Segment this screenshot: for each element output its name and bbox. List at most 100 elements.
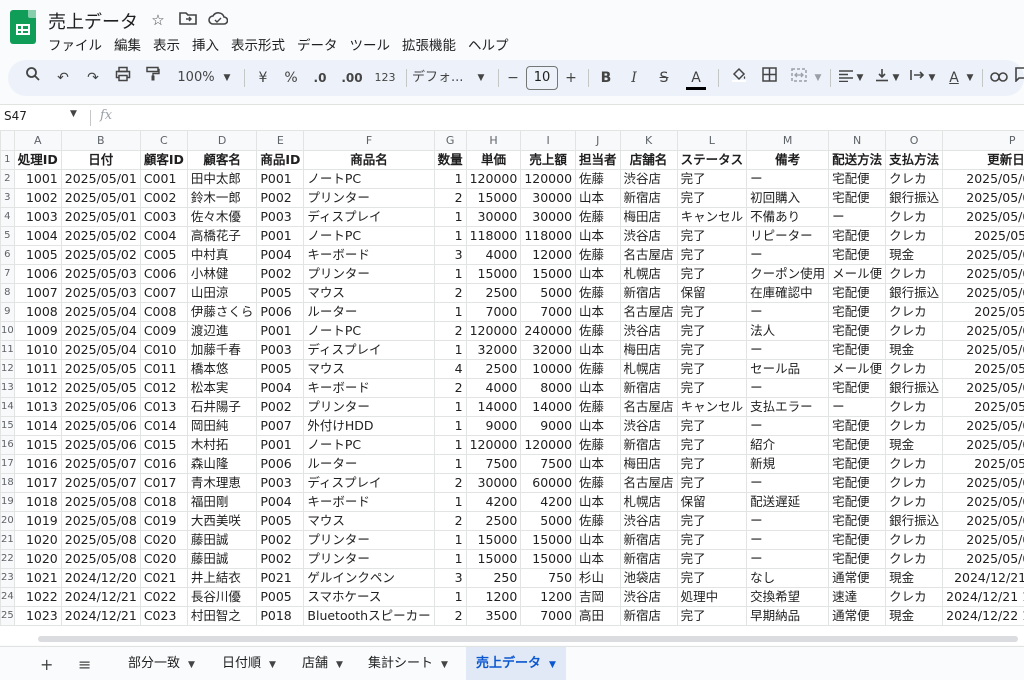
cell[interactable]: 高橋花子 — [186, 226, 258, 246]
cell[interactable]: ー — [746, 378, 830, 398]
cell[interactable]: 1 — [433, 264, 467, 284]
cell[interactable]: 60000 — [520, 473, 577, 493]
row-header[interactable]: 24 — [0, 587, 15, 607]
cell[interactable]: ー — [746, 245, 830, 265]
cell[interactable]: 1 — [433, 397, 467, 417]
cell[interactable]: P002 — [256, 549, 305, 569]
cell[interactable]: 1002 — [13, 188, 62, 208]
cell[interactable]: 完了 — [676, 321, 748, 341]
cell[interactable]: クレカ — [885, 359, 944, 379]
cell[interactable]: クレカ — [885, 321, 944, 341]
cell[interactable]: 15000 — [520, 549, 577, 569]
cell[interactable]: 2025/05/01 10:05 — [942, 169, 1024, 189]
row-header[interactable]: 17 — [0, 454, 15, 474]
cell[interactable]: 2024/12/21 10:10:00 — [942, 587, 1024, 607]
row-header[interactable]: 1 — [0, 150, 15, 170]
row-header[interactable]: 20 — [0, 511, 15, 531]
cell[interactable]: 山本 — [575, 226, 621, 246]
menu-data[interactable]: データ — [297, 34, 346, 54]
cell[interactable]: 2 — [433, 378, 467, 398]
sheet-tab-store[interactable]: 店舗 ▼ — [292, 647, 353, 680]
cell[interactable]: 14000 — [520, 397, 577, 417]
cell[interactable]: 2025/05/02 — [60, 245, 141, 265]
row-header[interactable]: 18 — [0, 473, 15, 493]
cell[interactable]: C022 — [139, 587, 188, 607]
cell[interactable]: 札幌店 — [619, 492, 678, 512]
cell[interactable]: 完了 — [676, 511, 748, 531]
cell[interactable]: 5000 — [520, 511, 577, 531]
cell[interactable]: ゲルインクペン — [303, 568, 435, 588]
cell[interactable]: P004 — [256, 378, 305, 398]
cell[interactable]: 2025/05/06 — [60, 435, 141, 455]
cell[interactable]: 2 — [433, 511, 467, 531]
vertical-align-icon[interactable] — [872, 66, 892, 90]
cell[interactable]: 外付けHDD — [303, 416, 435, 436]
cell[interactable]: 藤田誠 — [186, 549, 258, 569]
cell[interactable]: 梅田店 — [619, 340, 678, 360]
cell[interactable]: セール品 — [746, 359, 830, 379]
cell[interactable]: 処理ID — [13, 150, 62, 170]
cell[interactable]: 2025/05/07 — [60, 473, 141, 493]
cell[interactable]: 渋谷店 — [619, 321, 678, 341]
cell[interactable]: マウス — [303, 359, 435, 379]
cell[interactable]: 10000 — [520, 359, 577, 379]
cell[interactable]: 新規 — [746, 454, 830, 474]
bold-button[interactable]: B — [596, 66, 616, 90]
print-icon[interactable] — [112, 66, 134, 90]
cell[interactable]: 1001 — [13, 169, 62, 189]
cell[interactable]: クレカ — [885, 530, 944, 550]
cell[interactable]: C018 — [139, 492, 188, 512]
cell[interactable]: 1 — [433, 302, 467, 322]
row-header[interactable]: 4 — [0, 207, 15, 227]
row-header[interactable]: 19 — [0, 492, 15, 512]
column-header[interactable]: O — [885, 130, 944, 151]
cell[interactable]: 名古屋店 — [619, 302, 678, 322]
cell[interactable]: ー — [746, 340, 830, 360]
cell[interactable]: 宅配便 — [828, 188, 887, 208]
cell[interactable]: 2025/05/08 11:45 — [942, 492, 1024, 512]
cell[interactable]: 佐藤 — [575, 207, 621, 227]
cell[interactable]: クーポン使用 — [746, 264, 830, 284]
cell[interactable]: 山本 — [575, 416, 621, 436]
cell[interactable]: 福田剛 — [186, 492, 258, 512]
cell[interactable]: クレカ — [885, 302, 944, 322]
cell[interactable]: 2025/05/01 — [60, 207, 141, 227]
cell[interactable]: C009 — [139, 321, 188, 341]
cell[interactable]: 新宿店 — [619, 378, 678, 398]
cell[interactable]: 加藤千春 — [186, 340, 258, 360]
cell[interactable]: プリンター — [303, 530, 435, 550]
cell[interactable]: 山本 — [575, 264, 621, 284]
cell[interactable]: 保留 — [676, 492, 748, 512]
cell[interactable]: 完了 — [676, 549, 748, 569]
cell[interactable]: キーボード — [303, 378, 435, 398]
number-format-button[interactable]: 123 — [372, 66, 398, 90]
cell[interactable]: 渋谷店 — [619, 511, 678, 531]
cell[interactable]: 2025/05/03 — [60, 283, 141, 303]
cell[interactable]: P002 — [256, 264, 305, 284]
cell[interactable]: 15000 — [465, 264, 522, 284]
cell[interactable]: 2025/05/05 — [60, 378, 141, 398]
cell[interactable]: 山田涼 — [186, 283, 258, 303]
cell[interactable]: 2025/05/06 — [60, 416, 141, 436]
cell[interactable]: ルーター — [303, 302, 435, 322]
cell[interactable]: 単価 — [465, 150, 522, 170]
cell[interactable]: 4200 — [520, 492, 577, 512]
cell[interactable]: 2025/05/06 10:10 — [942, 416, 1024, 436]
star-icon[interactable]: ☆ — [148, 10, 168, 30]
cell[interactable]: 1008 — [13, 302, 62, 322]
menu-extensions[interactable]: 拡張機能 — [402, 34, 464, 54]
cell[interactable]: 1011 — [13, 359, 62, 379]
cell[interactable]: C003 — [139, 207, 188, 227]
cell[interactable]: 不備あり — [746, 207, 830, 227]
cell[interactable]: メール便 — [828, 359, 887, 379]
cell[interactable]: 1 — [433, 530, 467, 550]
cell[interactable]: 2025/05/04 9:15 — [942, 302, 1024, 322]
cell[interactable]: 3 — [433, 245, 467, 265]
sheets-logo-icon[interactable] — [10, 10, 36, 44]
cell[interactable]: 1021 — [13, 568, 62, 588]
cell[interactable]: P001 — [256, 435, 305, 455]
column-header[interactable]: C — [139, 130, 188, 151]
cell[interactable]: 完了 — [676, 454, 748, 474]
cell[interactable]: クレカ — [885, 207, 944, 227]
cell[interactable]: 7500 — [465, 454, 522, 474]
